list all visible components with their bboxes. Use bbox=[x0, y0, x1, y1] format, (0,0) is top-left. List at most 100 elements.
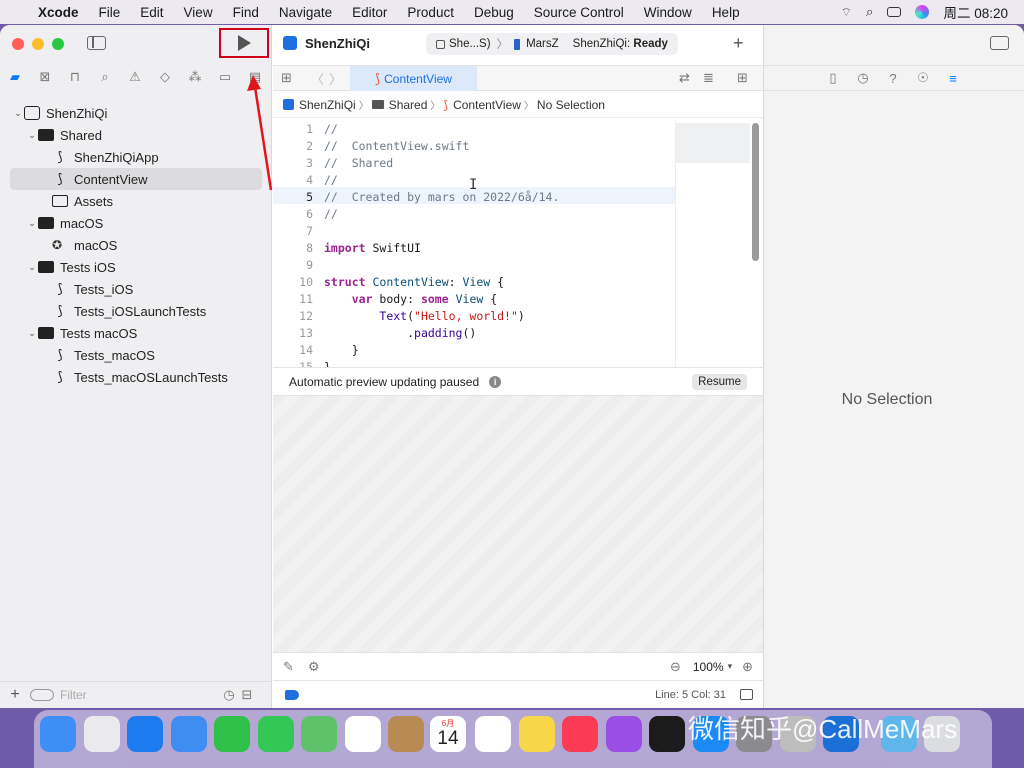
toggle-inspector-icon[interactable] bbox=[990, 36, 1009, 50]
breakpoint-navigator-icon[interactable]: ▭ bbox=[210, 69, 240, 85]
quick-help-icon[interactable]: ? bbox=[884, 71, 902, 86]
facetime-dock-icon[interactable] bbox=[214, 716, 250, 752]
tree-item-contentview[interactable]: ⟆ ContentView bbox=[10, 168, 262, 190]
disclosure-expanded-icon[interactable]: ⌄ bbox=[26, 218, 38, 229]
menu-find[interactable]: Find bbox=[223, 5, 269, 20]
minimize-window-button[interactable] bbox=[32, 38, 44, 50]
editor-scrollbar[interactable] bbox=[752, 123, 759, 261]
disclosure-expanded-icon[interactable]: ⌄ bbox=[26, 262, 38, 273]
scheme-destination-pill[interactable]: She...S) 〉 MarsZ ShenZhiQi: Ready bbox=[426, 33, 678, 55]
test-navigator-icon[interactable]: ◇ bbox=[150, 69, 180, 85]
file-inspector-icon[interactable]: ▯ bbox=[824, 70, 842, 86]
breakpoints-toggle-icon[interactable] bbox=[285, 689, 299, 700]
launchpad-dock-icon[interactable] bbox=[83, 716, 120, 752]
zoom-window-button[interactable] bbox=[52, 38, 64, 50]
menu-help[interactable]: Help bbox=[702, 5, 750, 20]
menu-navigate[interactable]: Navigate bbox=[269, 5, 342, 20]
clock[interactable]: 周二 08:20 bbox=[943, 2, 1008, 22]
finder-dock-icon[interactable] bbox=[40, 716, 76, 752]
filter-modified-icon[interactable]: ⊟ bbox=[238, 687, 256, 703]
recent-files-icon[interactable]: ◷ bbox=[220, 687, 238, 703]
mail-dock-icon[interactable] bbox=[170, 716, 207, 752]
photos-dock-icon[interactable] bbox=[344, 716, 381, 752]
breadcrumb-item[interactable]: No Selection bbox=[537, 98, 605, 112]
project-navigator-icon[interactable]: ▰ bbox=[0, 69, 30, 85]
menu-product[interactable]: Product bbox=[397, 5, 464, 20]
tree-item-tests-macos[interactable]: ⟆ Tests_macOS bbox=[10, 344, 262, 366]
tree-item-shenzhiqi[interactable]: ⌄ ShenZhiQi bbox=[10, 102, 262, 124]
reminders-dock-icon[interactable] bbox=[475, 716, 511, 752]
safari-dock-icon[interactable] bbox=[127, 716, 163, 752]
split-editor-icon[interactable]: ⊞ bbox=[737, 70, 748, 86]
destination-selector[interactable]: MarsZ bbox=[526, 38, 559, 50]
symbol-navigator-icon[interactable]: ⊓ bbox=[60, 69, 90, 85]
breadcrumb-item[interactable]: ContentView bbox=[453, 98, 521, 112]
forward-icon[interactable]: 〉 bbox=[329, 69, 342, 88]
music-dock-icon[interactable] bbox=[562, 716, 598, 752]
breadcrumb-item[interactable]: ShenZhiQi bbox=[299, 98, 356, 112]
preview-settings-icon[interactable]: ⚙ bbox=[308, 659, 320, 675]
tree-item-tests-ios[interactable]: ⌄ Tests iOS bbox=[10, 256, 262, 278]
run-button[interactable] bbox=[226, 33, 262, 53]
menu-window[interactable]: Window bbox=[634, 5, 702, 20]
tree-item-macos[interactable]: ⌄ macOS bbox=[10, 212, 262, 234]
add-icon[interactable]: + bbox=[0, 686, 30, 704]
menu-file[interactable]: File bbox=[89, 5, 131, 20]
source-control-navigator-icon[interactable]: ⊠ bbox=[30, 69, 60, 85]
siri-icon[interactable] bbox=[915, 5, 930, 19]
debug-navigator-icon[interactable]: ⁂ bbox=[180, 69, 210, 85]
zoom-level[interactable]: 100% bbox=[693, 660, 724, 674]
filter-options-icon[interactable] bbox=[30, 689, 54, 701]
refresh-icon[interactable]: ⇄ bbox=[679, 70, 690, 86]
tree-item-shenzhiqiapp[interactable]: ⟆ ShenZhiQiApp bbox=[10, 146, 262, 168]
tab-contentview[interactable]: ⟆ ContentView bbox=[350, 66, 477, 91]
notes-dock-icon[interactable] bbox=[518, 716, 555, 752]
maps-dock-icon[interactable] bbox=[301, 716, 337, 752]
tree-item-assets[interactable]: Assets bbox=[10, 190, 262, 212]
breadcrumb-item[interactable]: Shared bbox=[389, 98, 428, 112]
resume-button[interactable]: Resume bbox=[692, 373, 747, 390]
menu-editor[interactable]: Editor bbox=[342, 5, 397, 20]
toggle-navigator-icon[interactable] bbox=[87, 36, 106, 50]
related-items-icon[interactable]: ⊞ bbox=[281, 70, 292, 86]
zoom-out-icon[interactable]: ⊖ bbox=[670, 659, 681, 675]
disclosure-expanded-icon[interactable]: ⌄ bbox=[12, 108, 24, 119]
calendar-dock-icon[interactable]: 6月 14 bbox=[430, 716, 466, 752]
preview-canvas[interactable] bbox=[273, 396, 763, 652]
disclosure-expanded-icon[interactable]: ⌄ bbox=[26, 130, 38, 141]
history-inspector-icon[interactable]: ◷ bbox=[854, 70, 872, 86]
contacts-dock-icon[interactable] bbox=[388, 716, 424, 752]
add-tab-icon[interactable]: + bbox=[733, 33, 744, 54]
messages-dock-icon[interactable] bbox=[257, 716, 294, 752]
filter-field[interactable]: Filter bbox=[30, 686, 220, 704]
close-window-button[interactable] bbox=[12, 38, 24, 50]
info-icon[interactable]: i bbox=[489, 375, 502, 388]
editor-options-icon[interactable]: ≣ bbox=[703, 70, 714, 86]
disclosure-expanded-icon[interactable]: ⌄ bbox=[26, 328, 38, 339]
menu-edit[interactable]: Edit bbox=[130, 5, 173, 20]
accessibility-inspector-icon[interactable]: ☉ bbox=[914, 70, 932, 86]
attributes-inspector-icon[interactable]: ≡ bbox=[944, 71, 962, 86]
minimap[interactable] bbox=[675, 119, 750, 367]
back-icon[interactable]: 〈 bbox=[311, 69, 324, 88]
search-icon[interactable]: ⌕ bbox=[866, 4, 874, 20]
wifi-icon[interactable]: ⌔ bbox=[841, 5, 852, 20]
menu-app-name[interactable]: Xcode bbox=[28, 5, 89, 20]
scheme-selector[interactable]: She...S) bbox=[449, 38, 491, 50]
control-center-icon[interactable] bbox=[887, 7, 902, 17]
menu-view[interactable]: View bbox=[174, 5, 223, 20]
tree-item-tests-macoslaunchtests[interactable]: ⟆ Tests_macOSLaunchTests bbox=[10, 366, 262, 388]
tree-item-shared[interactable]: ⌄ Shared bbox=[10, 124, 262, 146]
tree-item-tests-ios[interactable]: ⟆ Tests_iOS bbox=[10, 278, 262, 300]
pin-icon[interactable]: ✎ bbox=[283, 659, 294, 675]
tree-item-tests-macos[interactable]: ⌄ Tests macOS bbox=[10, 322, 262, 344]
menu-source-control[interactable]: Source Control bbox=[524, 5, 634, 20]
tv-dock-icon[interactable] bbox=[649, 716, 685, 752]
tree-item-tests-ioslaunchtests[interactable]: ⟆ Tests_iOSLaunchTests bbox=[10, 300, 262, 322]
podcasts-dock-icon[interactable] bbox=[605, 716, 642, 752]
tree-item-macos[interactable]: ✪ macOS bbox=[10, 234, 262, 256]
find-navigator-icon[interactable]: ⌕ bbox=[90, 69, 120, 85]
menu-debug[interactable]: Debug bbox=[464, 5, 524, 20]
zoom-in-icon[interactable]: ⊕ bbox=[742, 659, 753, 675]
code-editor[interactable]: 1 // 2 // ContentView.swift 3 // Shared 4 // 5 //… bbox=[273, 119, 675, 367]
